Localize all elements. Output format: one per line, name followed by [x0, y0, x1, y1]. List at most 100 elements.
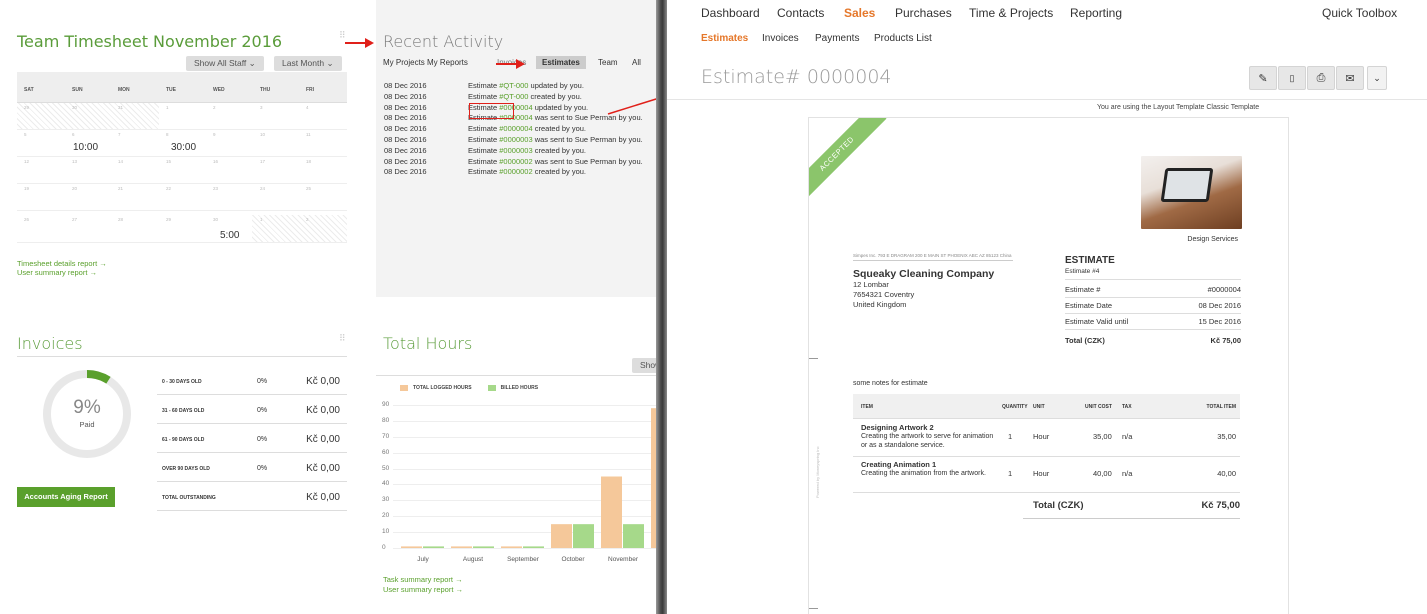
day-number[interactable]: 7: [118, 132, 121, 137]
drag-handle-icon[interactable]: ⠿: [339, 333, 346, 344]
day-number[interactable]: 31: [118, 105, 123, 110]
nav-purchases[interactable]: Purchases: [895, 6, 952, 20]
divider: [853, 456, 1240, 457]
day-number[interactable]: 5: [24, 132, 27, 137]
estimate-link[interactable]: #0000003: [499, 135, 532, 144]
day-number[interactable]: 2: [306, 217, 309, 222]
tab-estimates[interactable]: Estimates: [536, 56, 586, 69]
bar-billed[interactable]: [573, 524, 594, 548]
day-number[interactable]: 29: [24, 105, 29, 110]
quick-toolbox-link[interactable]: Quick Toolbox: [1322, 6, 1397, 20]
aging-label: TOTAL OUTSTANDING: [162, 495, 216, 501]
activity-date: 08 Dec 2016: [384, 167, 427, 177]
subnav-products-list[interactable]: Products List: [874, 33, 932, 44]
envelope-icon: ✉: [1345, 72, 1355, 85]
staff-filter-dropdown[interactable]: Show All Staff ⌄: [186, 56, 264, 71]
day-number[interactable]: 18: [306, 159, 311, 164]
day-number[interactable]: 1: [260, 217, 263, 222]
day-number[interactable]: 1: [166, 105, 169, 110]
day-number[interactable]: 21: [118, 186, 123, 191]
day-number[interactable]: 14: [118, 159, 123, 164]
estimate-link[interactable]: #QT-000: [499, 81, 528, 90]
subnav-invoices[interactable]: Invoices: [762, 33, 799, 44]
tab-my-reports[interactable]: My Reports: [427, 58, 468, 67]
more-actions-dropdown[interactable]: ⌄: [1367, 66, 1387, 90]
day-number[interactable]: 20: [72, 186, 77, 191]
activity-text: Estimate #QT-000 created by you.: [468, 91, 582, 101]
nav-contacts[interactable]: Contacts: [777, 6, 824, 20]
estimate-heading: ESTIMATE: [1065, 255, 1115, 266]
day-number[interactable]: 25: [306, 186, 311, 191]
day-number[interactable]: 17: [260, 159, 265, 164]
day-number[interactable]: 3: [260, 105, 263, 110]
estimate-link[interactable]: #0000004: [499, 124, 532, 133]
aging-percent: 0%: [257, 465, 268, 472]
day-number[interactable]: 9: [213, 132, 216, 137]
aging-label: 31 - 60 DAYS OLD: [162, 408, 205, 414]
day-number[interactable]: 23: [213, 186, 218, 191]
drag-handle-icon[interactable]: ⠿: [339, 30, 346, 41]
user-summary-link[interactable]: User summary report →: [383, 585, 463, 594]
estimate-field-row: Estimate # #0000004: [1065, 282, 1241, 298]
email-button[interactable]: ✉: [1336, 66, 1364, 90]
day-number[interactable]: 29: [166, 217, 171, 222]
day-number[interactable]: 16: [213, 159, 218, 164]
day-number[interactable]: 27: [72, 217, 77, 222]
task-summary-link[interactable]: Task summary report →: [383, 575, 463, 584]
nav-sales[interactable]: Sales: [844, 6, 875, 20]
estimate-link[interactable]: #QT-000: [499, 92, 528, 101]
estimate-link[interactable]: #0000003: [499, 146, 532, 155]
day-number[interactable]: 4: [306, 105, 309, 110]
day-number[interactable]: 8: [166, 132, 169, 137]
annotation-arrow: [496, 63, 518, 65]
day-number[interactable]: 10: [260, 132, 265, 137]
subnav-payments[interactable]: Payments: [815, 33, 859, 44]
accounts-aging-report-button[interactable]: Accounts Aging Report: [17, 487, 115, 507]
day-number[interactable]: 24: [260, 186, 265, 191]
aging-row: 31 - 60 DAYS OLD 0% Kč 0,00: [157, 395, 347, 424]
nav-dashboard[interactable]: Dashboard: [701, 6, 760, 20]
pdf-button[interactable]: ▯: [1278, 66, 1306, 90]
show-button[interactable]: Show: [632, 358, 656, 373]
bar-logged[interactable]: [551, 524, 572, 548]
user-summary-link[interactable]: User summary report →: [17, 268, 97, 277]
bar-billed[interactable]: [623, 524, 644, 548]
divider: [667, 99, 1427, 100]
day-number[interactable]: 22: [166, 186, 171, 191]
day-number[interactable]: 30: [213, 217, 218, 222]
subnav-estimates[interactable]: Estimates: [701, 33, 748, 44]
nav-time-projects[interactable]: Time & Projects: [969, 6, 1053, 20]
item-total: 35,00: [1217, 432, 1236, 441]
day-number[interactable]: 28: [118, 217, 123, 222]
day-number[interactable]: 11: [306, 132, 311, 137]
tab-all[interactable]: All: [632, 58, 641, 67]
print-button[interactable]: ⎙: [1307, 66, 1335, 90]
tab-my-projects[interactable]: My Projects: [383, 58, 425, 67]
day-number[interactable]: 12: [24, 159, 29, 164]
legend-logged: TOTAL LOGGED HOURS: [413, 385, 472, 391]
aging-percent: 0%: [257, 407, 268, 414]
bar-billed[interactable]: [523, 546, 544, 548]
bar-logged[interactable]: [451, 546, 472, 548]
estimate-link[interactable]: #0000002: [499, 157, 532, 166]
estimate-link[interactable]: #0000002: [499, 167, 532, 176]
day-label: SUN: [72, 87, 83, 93]
bar-billed[interactable]: [423, 546, 444, 548]
day-number[interactable]: 26: [24, 217, 29, 222]
bar-logged[interactable]: [401, 546, 422, 548]
day-number[interactable]: 13: [72, 159, 77, 164]
edit-button[interactable]: ✎: [1249, 66, 1277, 90]
calendar-week: 12 13 14 15 16 17 18: [17, 157, 347, 184]
timesheet-details-link[interactable]: Timesheet details report →: [17, 259, 107, 268]
nav-reporting[interactable]: Reporting: [1070, 6, 1122, 20]
day-number[interactable]: 6: [72, 132, 75, 137]
period-filter-dropdown[interactable]: Last Month ⌄: [274, 56, 342, 71]
day-number[interactable]: 15: [166, 159, 171, 164]
tab-team[interactable]: Team: [598, 58, 618, 67]
day-number[interactable]: 2: [213, 105, 216, 110]
day-number[interactable]: 19: [24, 186, 29, 191]
bar-logged[interactable]: [601, 476, 622, 549]
bar-logged[interactable]: [501, 546, 522, 548]
bar-billed[interactable]: [473, 546, 494, 548]
day-number[interactable]: 30: [72, 105, 77, 110]
